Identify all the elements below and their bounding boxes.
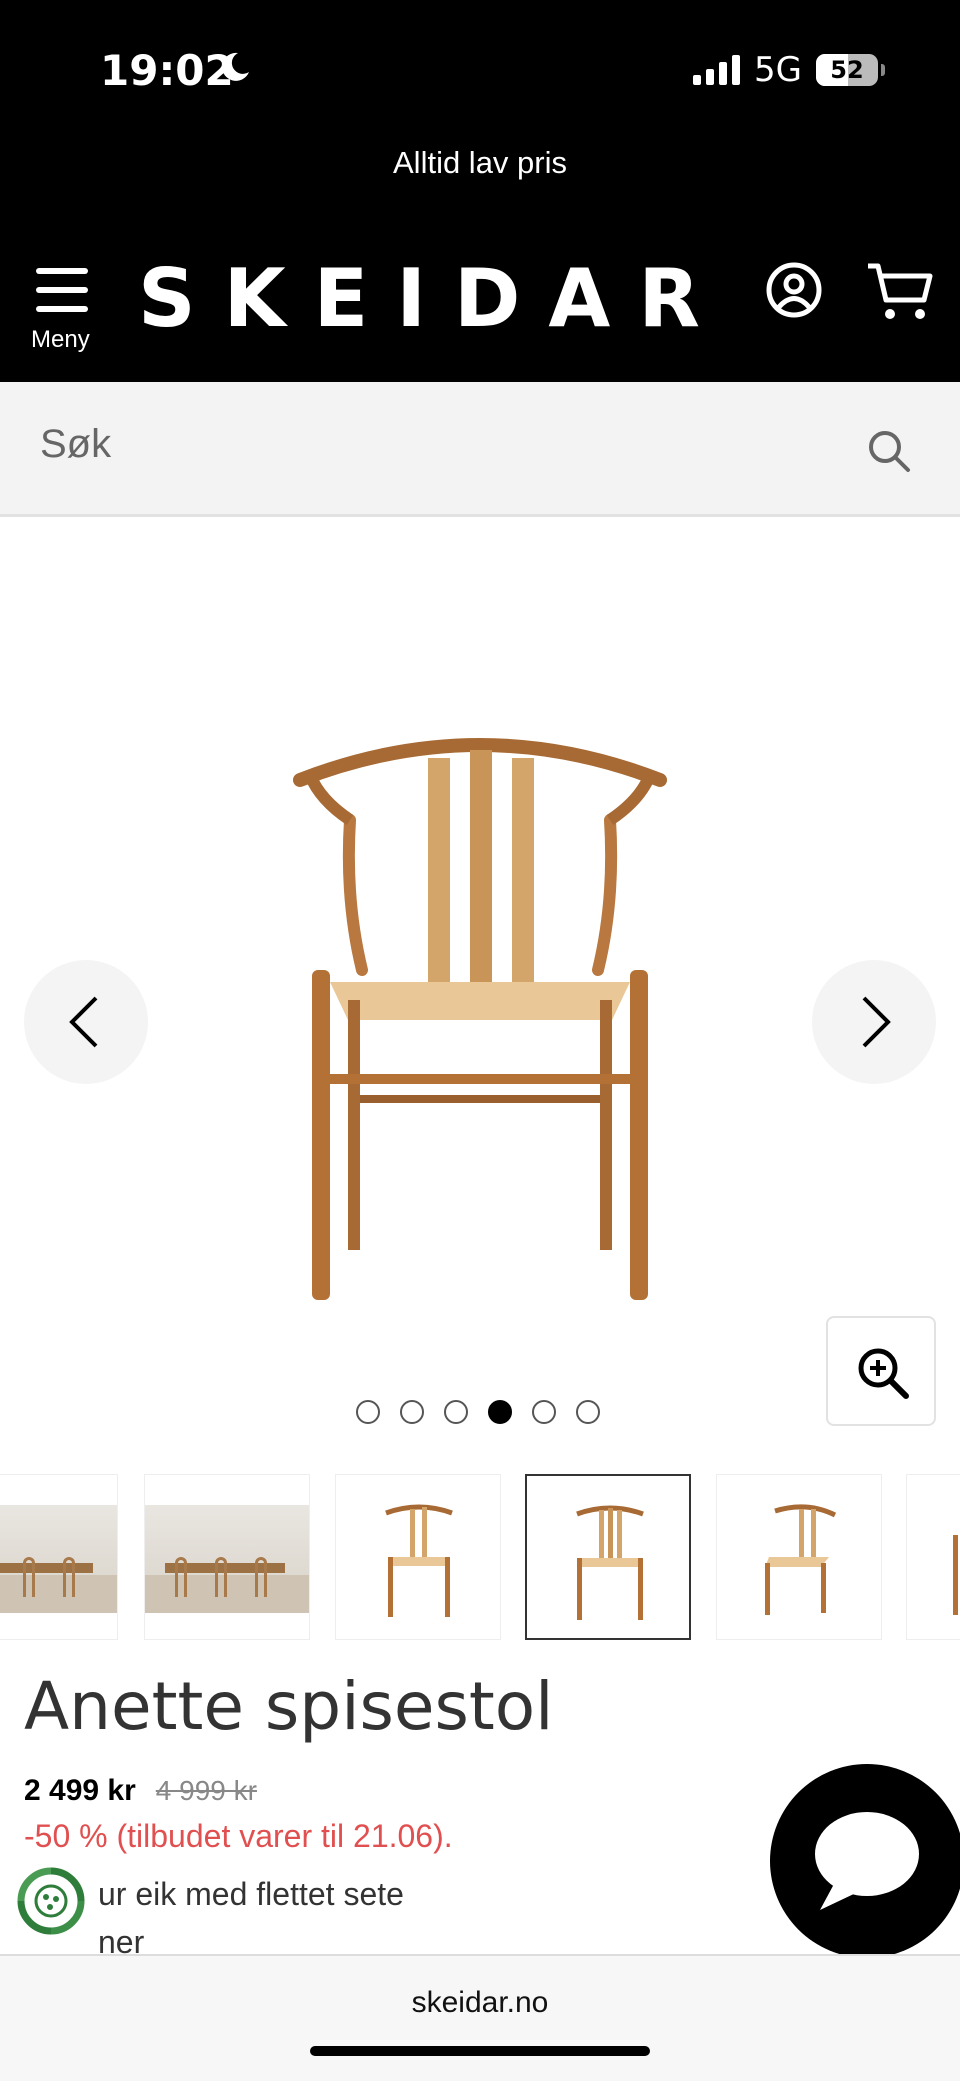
signal-icon <box>693 55 741 85</box>
zoom-button[interactable] <box>826 1316 936 1426</box>
thumbnail-chair-selected[interactable] <box>525 1474 691 1640</box>
next-image-button[interactable] <box>812 960 936 1084</box>
account-icon[interactable] <box>764 260 824 320</box>
discount-text: -50 % (tilbudet varer til 21.06). <box>24 1818 453 1854</box>
home-indicator[interactable] <box>310 2046 650 2056</box>
moon-icon <box>221 52 249 81</box>
thumbnail-chair[interactable] <box>906 1474 960 1640</box>
carousel-dot[interactable] <box>400 1400 424 1424</box>
thumbnail-chair[interactable] <box>716 1474 882 1640</box>
chat-bubble-icon <box>815 1812 919 1910</box>
battery-icon: 52 <box>816 54 885 86</box>
chevron-left-icon <box>69 996 98 1048</box>
original-price: 4 999 kr <box>155 1775 257 1806</box>
cart-icon[interactable] <box>866 260 936 324</box>
price-row: 2 499 kr 4 999 kr <box>24 1774 257 1808</box>
product-image[interactable] <box>290 720 670 1320</box>
status-time: 19:02 <box>100 46 234 95</box>
chair-thumb-image <box>953 1535 958 1615</box>
search-placeholder: Søk <box>40 422 112 466</box>
chevron-right-icon <box>862 996 891 1048</box>
browser-address-bar[interactable]: skeidar.no <box>0 1954 960 2081</box>
chair-thumb-image <box>576 1505 644 1620</box>
battery-level: 52 <box>830 56 864 84</box>
url-text: skeidar.no <box>411 1986 549 2019</box>
carousel-dot[interactable] <box>356 1400 380 1424</box>
previous-image-button[interactable] <box>24 960 148 1084</box>
chair-thumb-image <box>385 1504 453 1617</box>
thumbnail-strip <box>0 1474 960 1640</box>
hamburger-icon <box>36 266 88 314</box>
site-header: Meny SKEIDAR <box>0 230 960 382</box>
carousel-dot[interactable] <box>532 1400 556 1424</box>
chair-thumb-image <box>765 1504 837 1615</box>
status-indicators: 5G 52 <box>693 50 885 90</box>
product-description-line: ur eik med flettet sete <box>98 1876 404 1912</box>
menu-button[interactable]: Meny <box>26 266 98 358</box>
menu-label: Meny <box>31 326 90 353</box>
search-input[interactable]: Søk <box>0 382 960 517</box>
thumbnail-room[interactable] <box>0 1474 118 1640</box>
thumbnail-chair[interactable] <box>335 1474 501 1640</box>
network-label: 5G <box>754 50 802 90</box>
site-logo[interactable]: SKEIDAR <box>138 252 728 345</box>
zoom-in-icon <box>858 1348 909 1399</box>
thumbnail-room[interactable] <box>144 1474 310 1640</box>
status-bar: 19:02 5G 52 <box>0 0 960 130</box>
product-title: Anette spisestol <box>24 1668 554 1745</box>
sustainability-icon[interactable] <box>16 1866 86 1936</box>
carousel-dots <box>356 1400 600 1424</box>
current-price: 2 499 kr <box>24 1774 136 1807</box>
search-icon[interactable] <box>866 428 912 474</box>
promo-banner[interactable]: Alltid lav pris <box>0 130 960 230</box>
chat-button[interactable] <box>770 1764 960 1958</box>
carousel-dot[interactable] <box>444 1400 468 1424</box>
carousel-dot[interactable] <box>576 1400 600 1424</box>
carousel-dot-active[interactable] <box>488 1400 512 1424</box>
